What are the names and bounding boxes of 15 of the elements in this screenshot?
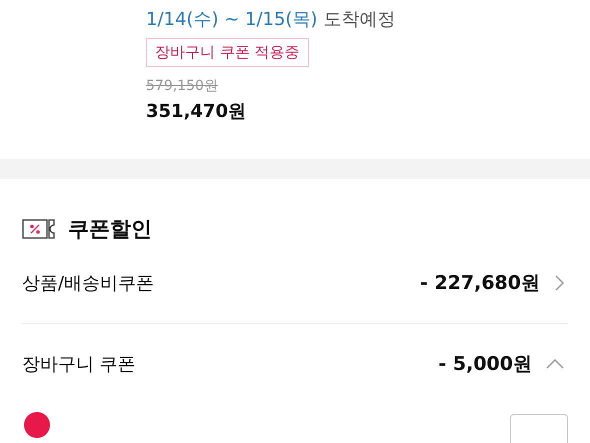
coupon-row-label: 장바구니 쿠폰 bbox=[22, 353, 137, 376]
coupon-badge: 장바구니 쿠폰 적용중 bbox=[146, 38, 309, 67]
coupon-row-label: 상품/배송비쿠폰 bbox=[22, 272, 156, 295]
coupon-icon bbox=[22, 218, 56, 240]
section-title: 쿠폰할인 bbox=[68, 216, 152, 243]
chevron-up-icon[interactable] bbox=[546, 359, 564, 369]
delivery-date: 1/14(수) ~ 1/15(목) bbox=[146, 8, 318, 32]
original-price: 579,150원 bbox=[146, 77, 219, 95]
sale-price: 351,470원 bbox=[146, 100, 247, 123]
coupon-logo-icon bbox=[24, 412, 50, 438]
delivery-label: 도착예정 bbox=[323, 8, 396, 32]
discount-amount: - 5,000원 bbox=[438, 352, 532, 377]
chevron-right-icon[interactable] bbox=[554, 275, 564, 291]
discount-amount: - 227,680원 bbox=[420, 271, 540, 296]
coupon-button[interactable] bbox=[510, 414, 568, 443]
